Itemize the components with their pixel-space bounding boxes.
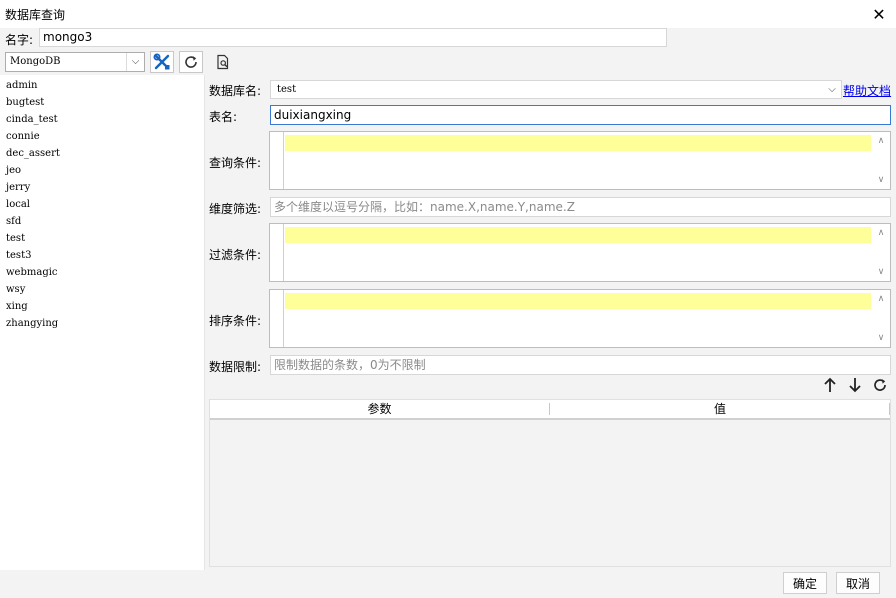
scroll-up-icon[interactable]: ∧ bbox=[872, 292, 890, 306]
database-list-item[interactable]: test3 bbox=[0, 247, 204, 264]
sort-label: 排序条件: bbox=[209, 314, 262, 328]
refresh-params-button[interactable] bbox=[869, 375, 891, 395]
title-bar bbox=[0, 0, 896, 28]
dbname-select[interactable]: test ⌵ bbox=[270, 80, 842, 99]
params-table-header: 参数 值 bbox=[210, 400, 890, 420]
current-line-highlight bbox=[285, 293, 871, 309]
query-label: 查询条件: bbox=[209, 156, 262, 170]
database-list-item[interactable]: jerry bbox=[0, 179, 204, 196]
chevron-down-icon[interactable]: ⌵ bbox=[126, 53, 144, 71]
scrollbar[interactable]: ∧ ∨ bbox=[872, 290, 890, 347]
database-list-item[interactable]: connie bbox=[0, 128, 204, 145]
help-doc-link[interactable]: 帮助文档 bbox=[843, 82, 891, 99]
limit-input[interactable]: 限制数据的条数，0为不限制 bbox=[270, 355, 891, 375]
filter-editor[interactable]: ∧ ∨ bbox=[269, 223, 891, 282]
name-input[interactable]: mongo3 bbox=[39, 28, 667, 47]
dimension-label: 维度筛选: bbox=[209, 202, 262, 216]
tablename-label: 表名: bbox=[209, 110, 238, 124]
scroll-up-icon[interactable]: ∧ bbox=[872, 134, 890, 148]
current-line-highlight bbox=[285, 227, 871, 243]
preview-button[interactable] bbox=[213, 52, 233, 72]
scroll-down-icon[interactable]: ∨ bbox=[872, 265, 890, 279]
datasource-value: MongoDB bbox=[10, 56, 61, 67]
database-list-item[interactable]: dec_assert bbox=[0, 145, 204, 162]
database-list-item[interactable]: wsy bbox=[0, 281, 204, 298]
filter-label: 过滤条件: bbox=[209, 248, 262, 262]
line-gutter bbox=[270, 290, 284, 347]
dbname-label: 数据库名: bbox=[209, 84, 262, 98]
database-list-item[interactable]: jeo bbox=[0, 162, 204, 179]
database-list-item[interactable]: zhangying bbox=[0, 315, 204, 332]
database-list-item[interactable]: xing bbox=[0, 298, 204, 315]
database-list-item[interactable]: admin bbox=[0, 77, 204, 94]
sort-editor[interactable]: ∧ ∨ bbox=[269, 289, 891, 348]
cancel-button[interactable]: 取消 bbox=[836, 572, 880, 594]
param-column-header[interactable]: 参数 bbox=[210, 400, 549, 418]
params-table: 参数 值 bbox=[209, 399, 891, 567]
close-button[interactable]: ✕ bbox=[866, 3, 892, 25]
database-list-item[interactable]: webmagic bbox=[0, 264, 204, 281]
name-label: 名字: bbox=[5, 33, 34, 47]
scrollbar[interactable]: ∧ ∨ bbox=[872, 224, 890, 281]
refresh-button[interactable] bbox=[179, 51, 203, 73]
arrow-down-icon bbox=[849, 378, 861, 393]
wrench-screwdriver-icon bbox=[153, 53, 170, 70]
chevron-down-icon[interactable]: ⌵ bbox=[823, 81, 841, 98]
document-search-icon bbox=[217, 54, 229, 70]
scroll-down-icon[interactable]: ∨ bbox=[872, 173, 890, 187]
database-list: admin bugtest cinda_test connie dec_assert je… bbox=[0, 75, 205, 570]
database-list-item[interactable]: test bbox=[0, 230, 204, 247]
query-editor[interactable]: ∧ ∨ bbox=[269, 131, 891, 190]
ok-button[interactable]: 确定 bbox=[783, 572, 827, 594]
settings-tool-button[interactable] bbox=[150, 51, 174, 73]
datasource-select[interactable]: MongoDB ⌵ bbox=[5, 52, 145, 72]
scroll-down-icon[interactable]: ∨ bbox=[872, 331, 890, 345]
database-list-item[interactable]: local bbox=[0, 196, 204, 213]
refresh-icon bbox=[874, 379, 886, 391]
current-line-highlight bbox=[285, 135, 871, 151]
column-divider bbox=[889, 403, 890, 415]
window-title: 数据库查询 bbox=[5, 8, 66, 22]
database-list-item[interactable]: bugtest bbox=[0, 94, 204, 111]
dbname-value: test bbox=[277, 84, 297, 95]
refresh-icon bbox=[185, 56, 197, 68]
dimension-input[interactable]: 多个维度以逗号分隔，比如：name.X,name.Y,name.Z bbox=[270, 197, 891, 217]
value-column-header[interactable]: 值 bbox=[550, 400, 890, 418]
tablename-input[interactable]: duixiangxing bbox=[270, 105, 891, 125]
move-up-button[interactable] bbox=[819, 375, 841, 395]
scrollbar[interactable]: ∧ ∨ bbox=[872, 132, 890, 189]
arrow-up-icon bbox=[824, 377, 836, 392]
line-gutter bbox=[270, 132, 284, 189]
limit-label: 数据限制: bbox=[209, 360, 262, 374]
database-list-item[interactable]: sfd bbox=[0, 213, 204, 230]
move-down-button[interactable] bbox=[844, 375, 866, 395]
database-list-item[interactable]: cinda_test bbox=[0, 111, 204, 128]
scroll-up-icon[interactable]: ∧ bbox=[872, 226, 890, 240]
line-gutter bbox=[270, 224, 284, 281]
